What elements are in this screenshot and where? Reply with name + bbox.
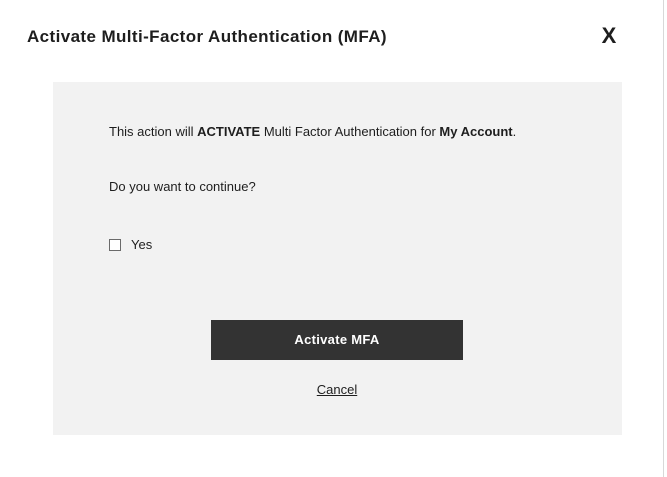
mfa-dialog: Activate Multi-Factor Authentication (MF… — [0, 0, 664, 477]
message-account-emphasis: My Account — [439, 124, 513, 139]
dialog-body-panel: This action will ACTIVATE Multi Factor A… — [53, 82, 622, 435]
message-text-1: This action will — [109, 124, 198, 139]
activate-mfa-button[interactable]: Activate MFA — [211, 320, 463, 360]
yes-checkbox-label[interactable]: Yes — [131, 237, 152, 252]
message-text-2: Multi Factor Authentication for — [260, 124, 440, 139]
continue-question: Do you want to continue? — [109, 179, 256, 194]
message-text-3: . — [512, 124, 517, 139]
yes-checkbox[interactable] — [109, 238, 121, 251]
cancel-link[interactable]: Cancel — [211, 382, 463, 397]
confirm-yes-row[interactable]: Yes — [109, 237, 152, 252]
message-action-emphasis: ACTIVATE — [197, 124, 261, 139]
dialog-title: Activate Multi-Factor Authentication (MF… — [27, 27, 387, 46]
confirmation-message: This action will ACTIVATE Multi Factor A… — [109, 122, 569, 141]
close-button[interactable]: X — [596, 22, 622, 50]
